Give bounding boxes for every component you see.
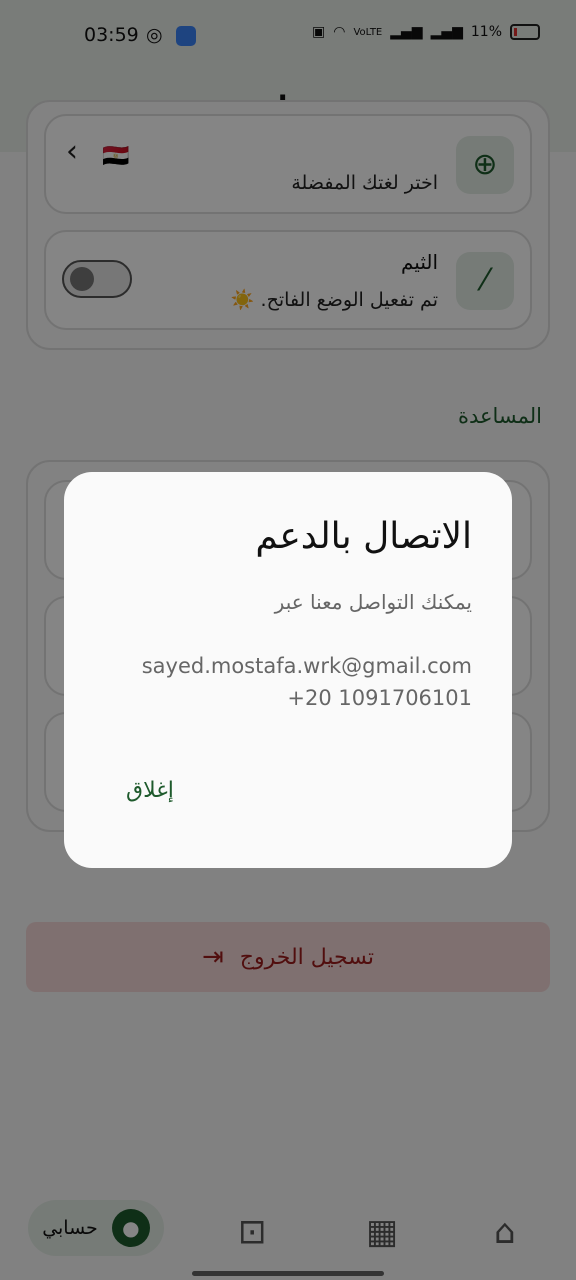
- screen: 03:59 ◎ ▣ ◠ VoLTE ▂▄▆ ▂▄▆ 11% حسابي ⊕ اخ…: [0, 0, 576, 1280]
- dialog-title: الاتصال بالدعم: [255, 516, 472, 557]
- support-phone[interactable]: +20 1091706101: [287, 686, 472, 710]
- support-email[interactable]: sayed.mostafa.wrk@gmail.com: [142, 654, 472, 678]
- close-button[interactable]: إغلاق: [126, 778, 174, 803]
- home-indicator[interactable]: [192, 1271, 384, 1276]
- support-dialog: الاتصال بالدعم يمكنك التواصل معنا عبر sa…: [64, 472, 512, 868]
- dialog-body: يمكنك التواصل معنا عبر: [274, 590, 472, 614]
